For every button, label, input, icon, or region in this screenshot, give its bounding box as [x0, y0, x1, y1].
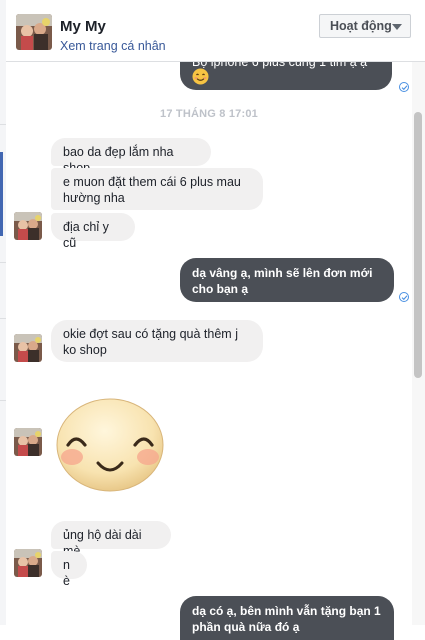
profile-photo-icon	[14, 549, 42, 577]
background-page-strip	[0, 0, 6, 625]
message-text: địa chỉ y cũ	[63, 220, 109, 250]
message-bubble-incoming: e muon đặt them cái 6 plus mau hường nha	[51, 168, 263, 210]
profile-photo-icon	[14, 212, 42, 240]
status-dropdown-button[interactable]: Hoạt động	[319, 14, 411, 38]
scrollbar-thumb[interactable]	[414, 112, 422, 378]
message-text: dạ có ạ, bên mình vẫn tặng bạn 1 phần qu…	[192, 604, 381, 634]
divider	[0, 400, 6, 401]
smiling-face-icon	[192, 68, 209, 85]
message-text: nè	[63, 558, 70, 588]
seen-check-icon	[399, 292, 409, 302]
smiling-face-sticker-icon[interactable]	[54, 393, 166, 493]
message-bubble-incoming: bao da đẹp lắm nha shop	[51, 138, 211, 175]
avatar[interactable]	[14, 212, 42, 240]
avatar[interactable]	[14, 428, 42, 456]
message-bubble-incoming: ủng hộ dài dài mè	[51, 521, 171, 558]
divider	[0, 318, 6, 319]
avatar[interactable]	[14, 334, 42, 362]
chat-header: My My Xem trang cá nhân Hoạt động	[6, 0, 425, 62]
message-text: okie đợt sau có tặng quà thêm j ko shop	[63, 327, 238, 357]
divider	[0, 262, 6, 263]
contact-name[interactable]: My My	[60, 18, 106, 35]
message-bubble-incoming: địa chỉ y cũ	[51, 213, 135, 250]
profile-photo-icon	[14, 334, 42, 362]
profile-photo-icon	[16, 14, 52, 50]
avatar[interactable]	[14, 549, 42, 577]
status-label: Hoạt động	[330, 19, 392, 33]
active-indicator	[0, 152, 3, 236]
view-profile-link[interactable]: Xem trang cá nhân	[60, 39, 166, 53]
message-bubble-outgoing: dạ có ạ, bên mình vẫn tặng bạn 1 phần qu…	[180, 596, 394, 640]
divider	[0, 124, 6, 125]
avatar[interactable]	[16, 14, 52, 50]
chevron-down-icon	[392, 24, 402, 30]
message-bubble-incoming: nè	[51, 551, 87, 588]
timestamp-divider: 17 THÁNG 8 17:01	[160, 108, 258, 120]
message-text: dạ vâng ạ, mình sẽ lên đơn mới cho bạn ạ	[192, 266, 373, 296]
seen-check-icon	[399, 82, 409, 92]
message-text: e muon đặt them cái 6 plus mau hường nha	[63, 175, 241, 205]
message-bubble-incoming: okie đợt sau có tặng quà thêm j ko shop	[51, 320, 263, 362]
message-bubble-outgoing: dạ vâng ạ, mình sẽ lên đơn mới cho bạn ạ	[180, 258, 394, 302]
profile-photo-icon	[14, 428, 42, 456]
